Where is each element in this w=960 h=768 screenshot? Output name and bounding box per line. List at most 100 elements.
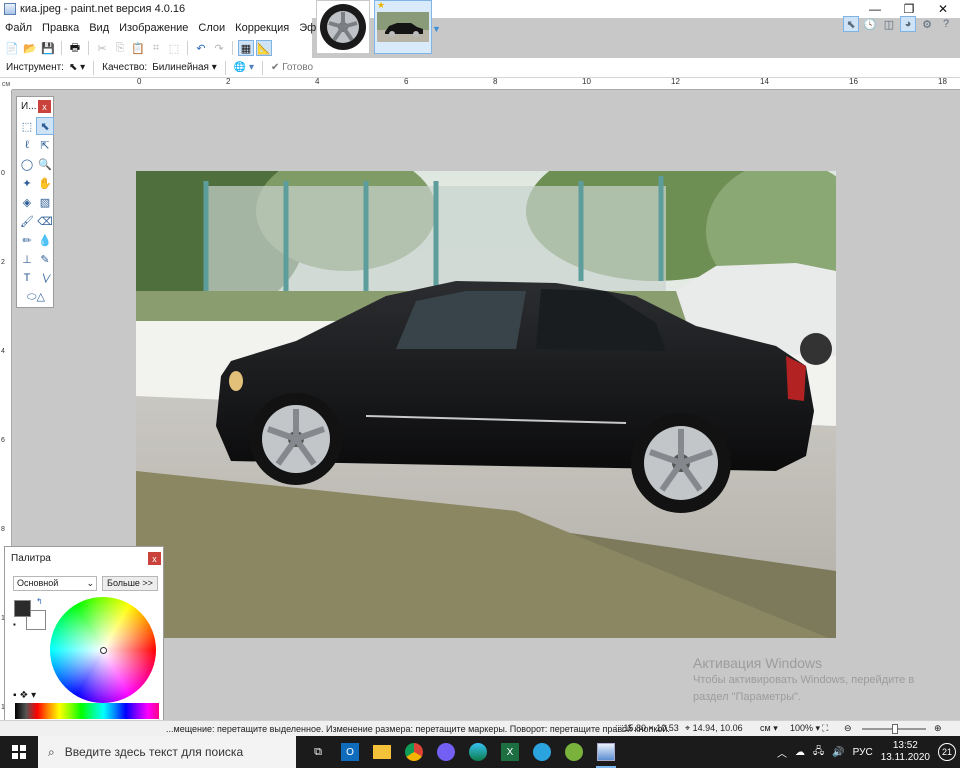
tabs-dropdown-icon[interactable]: ▼ <box>432 24 441 34</box>
quality-dropdown[interactable]: Билинейная ▾ <box>152 62 217 73</box>
paintnet-app-icon <box>4 3 16 15</box>
zoom-value: 100% <box>790 723 814 733</box>
redo-icon[interactable]: ↷ <box>211 40 227 56</box>
more-button[interactable]: Больше >> <box>102 576 158 591</box>
tab-car-image[interactable]: ★ <box>374 0 432 54</box>
star-icon: ★ <box>377 0 386 10</box>
menu-edit[interactable]: Правка <box>37 22 84 34</box>
reset-colors-icon[interactable]: ▪ <box>13 620 16 629</box>
paint-bucket-icon[interactable]: ◈ <box>18 193 36 211</box>
zoom-out-icon[interactable]: ⊖ <box>844 723 852 734</box>
task-view-icon[interactable]: ⧉ <box>302 736 334 768</box>
primary-secondary-select[interactable]: Основной ⌄ <box>13 576 97 591</box>
excel-icon[interactable]: X <box>494 736 526 768</box>
move-selection-icon[interactable]: ⇱ <box>36 136 54 154</box>
status-hint: ...мещение: перетащите выделенное. Измен… <box>166 723 670 734</box>
rulers-icon[interactable]: 📐 <box>256 40 272 56</box>
settings-gear-icon[interactable]: ⚙ <box>919 16 935 32</box>
tools-grid: ⬚ ⬉ ℓ ⇱ ◯ 🔍 ✦ ✋ ◈ ▧ 🖌 ⌫ ✏ 💧 ⊥ ✎ T ∖∕ ⬭△ <box>17 115 54 308</box>
clone-stamp-icon[interactable]: ⊥ <box>18 250 36 268</box>
menu-view[interactable]: Вид <box>84 22 114 34</box>
undo-icon[interactable]: ↶ <box>193 40 209 56</box>
car-thumbnail-icon <box>377 12 429 42</box>
palette-window-close-icon[interactable]: x <box>148 552 161 565</box>
tools-window-close-icon[interactable]: x <box>38 100 51 113</box>
system-tray: ︿ ☁ 🖧 🔊 РУС 13:52 13.11.2020 21 <box>777 736 960 768</box>
units-dropdown[interactable]: см ▾ <box>760 723 778 734</box>
done-button[interactable]: ✔ Готово <box>271 62 313 73</box>
move-selection-tool-dropdown[interactable]: ⬉ ▾ <box>69 62 85 73</box>
lasso-select-icon[interactable]: ℓ <box>18 136 36 154</box>
save-icon[interactable]: 💾 <box>40 40 56 56</box>
new-file-icon[interactable]: 📄 <box>4 40 20 56</box>
pencil-icon[interactable]: ✏ <box>18 231 36 249</box>
telegram-icon[interactable] <box>526 736 558 768</box>
main-toolbar: 📄 📂 💾 🖶 ✂ ⎘ 📋 ⌗ ⬚ ↶ ↷ ▦ 📐 <box>0 38 312 58</box>
move-selected-pixels-icon[interactable]: ⬉ <box>36 117 54 135</box>
deselect-icon[interactable]: ⬚ <box>166 40 182 56</box>
tray-expand-icon[interactable]: ︿ <box>777 745 787 760</box>
cut-icon[interactable]: ✂ <box>94 40 110 56</box>
palette-color-strip[interactable] <box>15 703 159 719</box>
primary-color-swatch[interactable] <box>14 600 31 617</box>
line-curve-icon[interactable]: ∖∕ <box>36 269 54 287</box>
zoom-fit-icon[interactable]: ⛶ <box>822 723 828 734</box>
magic-wand-icon[interactable]: ✦ <box>18 174 36 192</box>
pan-hand-icon[interactable]: ✋ <box>36 174 54 192</box>
outlook-icon[interactable]: O <box>334 736 366 768</box>
utorrent-icon[interactable] <box>558 736 590 768</box>
color-picker-icon[interactable]: 💧 <box>36 231 54 249</box>
zoom-slider-handle[interactable] <box>892 724 898 734</box>
help-icon[interactable]: ? <box>938 16 954 32</box>
network-icon[interactable]: 🖧 <box>813 744 824 761</box>
eraser-icon[interactable]: ⌫ <box>36 212 54 230</box>
tab-wheel-image[interactable] <box>316 0 370 54</box>
search-placeholder: Введите здесь текст для поиска <box>64 745 244 759</box>
volume-icon[interactable]: 🔊 <box>832 747 844 758</box>
menu-image[interactable]: Изображение <box>114 22 193 34</box>
taskbar-search-box[interactable]: ⌕ Введите здесь текст для поиска <box>38 736 296 768</box>
text-icon[interactable]: T <box>18 269 36 287</box>
ellipse-select-icon[interactable]: ◯ <box>18 155 36 173</box>
file-explorer-icon[interactable] <box>366 736 398 768</box>
zoom-in-icon[interactable]: ⊕ <box>934 723 942 734</box>
palette-menu-icon[interactable]: ▪ ❖ ▾ <box>13 690 36 701</box>
menu-file[interactable]: Файл <box>0 22 37 34</box>
notifications-badge[interactable]: 21 <box>938 743 956 761</box>
copy-icon[interactable]: ⎘ <box>112 40 128 56</box>
start-button[interactable] <box>0 736 38 768</box>
paintnet-taskbar-icon[interactable] <box>590 736 622 768</box>
recolor-icon[interactable]: ✎ <box>36 250 54 268</box>
menu-adjustments[interactable]: Коррекция <box>230 22 294 34</box>
pixel-grid-icon[interactable]: ▦ <box>238 40 254 56</box>
paste-icon[interactable]: 📋 <box>130 40 146 56</box>
cloud-icon[interactable]: ☁ <box>795 747 805 758</box>
color-wheel[interactable] <box>50 597 156 703</box>
zoom-icon[interactable]: 🔍 <box>36 155 54 173</box>
layers-window-icon[interactable]: ◫ <box>881 16 897 32</box>
language-indicator[interactable]: РУС <box>853 747 873 758</box>
colors-window-icon[interactable]: ◕ <box>900 16 916 32</box>
menu-layers[interactable]: Слои <box>193 22 230 34</box>
tools-window-icon[interactable]: ⬉ <box>843 16 859 32</box>
sampling-globe-icon[interactable]: 🌐 ▾ <box>234 62 254 73</box>
edge-icon[interactable] <box>462 736 494 768</box>
tools-window-header[interactable]: И... x <box>17 97 53 115</box>
watermark-line-2: раздел "Параметры". <box>693 691 802 703</box>
crop-icon[interactable]: ⌗ <box>148 40 164 56</box>
rectangle-select-icon[interactable]: ⬚ <box>18 117 36 135</box>
ruler-number: 2 <box>226 77 231 86</box>
shapes-icon[interactable]: ⬭△ <box>18 288 54 306</box>
chrome-icon[interactable] <box>398 736 430 768</box>
paintbrush-icon[interactable]: 🖌 <box>18 212 36 230</box>
clock[interactable]: 13:52 13.11.2020 <box>881 740 930 764</box>
palette-window-header[interactable]: Палитра x <box>5 547 163 569</box>
gradient-icon[interactable]: ▧ <box>36 193 54 211</box>
history-window-icon[interactable]: 🕓 <box>862 16 878 32</box>
print-icon[interactable]: 🖶 <box>67 40 83 56</box>
viber-icon[interactable] <box>430 736 462 768</box>
open-file-icon[interactable]: 📂 <box>22 40 38 56</box>
swap-colors-icon[interactable]: ↰ <box>36 597 43 606</box>
zoom-dropdown[interactable]: 100% ▾ <box>790 723 820 734</box>
image-canvas[interactable] <box>136 171 836 638</box>
